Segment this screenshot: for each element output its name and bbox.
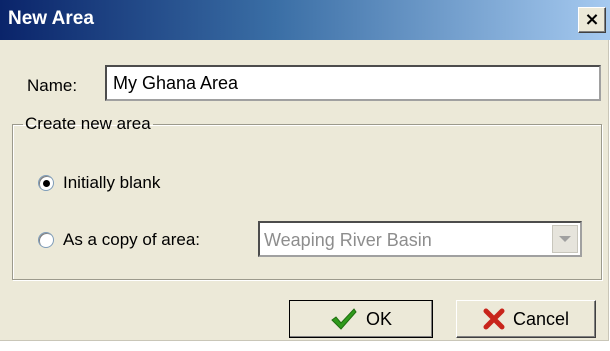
cancel-button[interactable]: Cancel: [456, 300, 596, 338]
dialog-title: New Area: [8, 8, 94, 29]
option-copy-of-area[interactable]: As a copy of area:: [38, 230, 200, 250]
copy-source-value: Weaping River Basin: [264, 230, 432, 250]
radio-copy-of-area[interactable]: [38, 232, 54, 248]
option-initially-blank[interactable]: Initially blank: [38, 173, 160, 193]
radio-initially-blank[interactable]: [38, 175, 54, 191]
radio-selected-dot: [42, 179, 50, 187]
cancel-label: Cancel: [512, 308, 570, 329]
close-icon: ×: [584, 9, 600, 30]
option-initially-blank-label: Initially blank: [63, 173, 161, 192]
ok-label: OK: [365, 308, 392, 329]
checkmark-icon: [331, 308, 357, 330]
close-button[interactable]: ×: [578, 7, 606, 33]
new-area-dialog: New Area × Name: Create new area Initial…: [0, 0, 610, 341]
chevron-down-icon: [559, 236, 571, 242]
dropdown-button[interactable]: [552, 225, 578, 253]
name-input[interactable]: [105, 65, 601, 101]
title-bar[interactable]: New Area ×: [0, 0, 610, 40]
option-copy-of-area-label: As a copy of area:: [63, 230, 201, 249]
x-icon: [483, 308, 505, 330]
create-new-area-legend: Create new area: [25, 114, 151, 133]
copy-source-select[interactable]: Weaping River Basin: [258, 221, 582, 257]
ok-button[interactable]: OK: [289, 300, 433, 338]
name-label: Name:: [27, 76, 78, 95]
